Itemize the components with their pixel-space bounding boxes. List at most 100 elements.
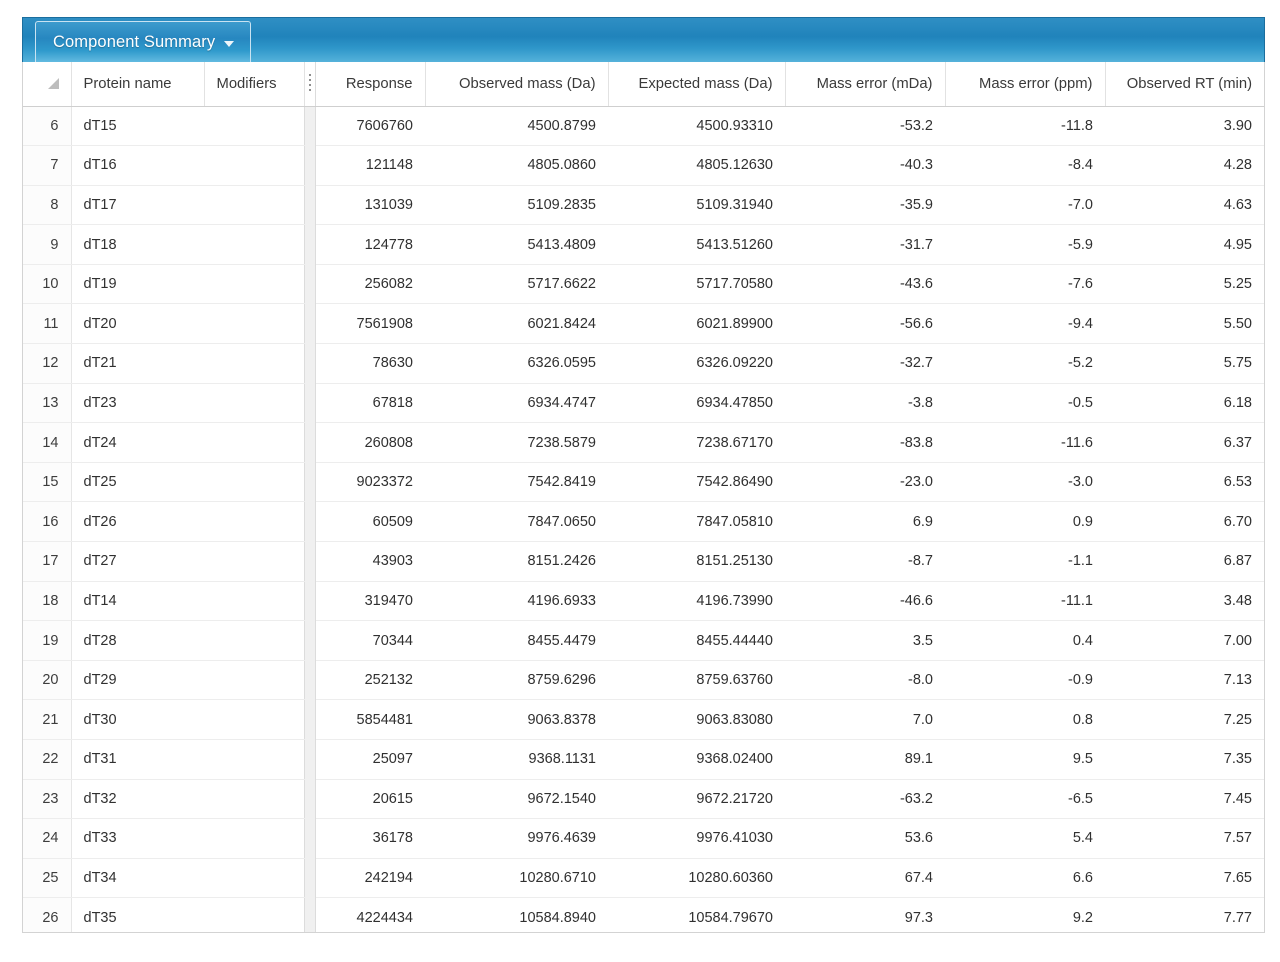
results-grid[interactable]: Protein name Modifiers Response Observed… [22,62,1265,933]
cell-observed-mass: 5717.6622 [425,264,608,305]
cell-response: 36178 [315,818,425,859]
cell-mass-error-mda: -46.6 [785,581,945,622]
table-row[interactable]: 7 dT16 121148 4805.0860 4805.12630 -40.3 -8.4 4… [23,145,1264,186]
cell-response: 319470 [315,581,425,622]
cell-observed-mass: 6934.4747 [425,383,608,424]
cell-expected-mass: 7542.86490 [608,462,785,503]
cell-protein-name: dT16 [71,145,204,186]
column-header-expected-mass[interactable]: Expected mass (Da) [608,62,786,107]
cell-expected-mass: 5717.70580 [608,264,785,305]
cell-response: 67818 [315,383,425,424]
column-header-mass-error-mda[interactable]: Mass error (mDa) [785,62,946,107]
cell-modifiers [204,343,304,384]
column-header-protein-name[interactable]: Protein name [71,62,205,107]
cell-modifiers [204,185,304,226]
cell-response: 252132 [315,660,425,701]
cell-response: 260808 [315,422,425,463]
cell-observed-rt: 6.87 [1105,541,1264,582]
cell-mass-error-mda: 89.1 [785,739,945,780]
cell-response: 242194 [315,858,425,899]
table-row[interactable]: 9 dT18 124778 5413.4809 5413.51260 -31.7 -5.9 4… [23,224,1264,265]
column-header-mass-error-ppm[interactable]: Mass error (ppm) [945,62,1106,107]
column-header-modifiers[interactable]: Modifiers [204,62,305,107]
cell-observed-rt: 7.00 [1105,620,1264,661]
table-row[interactable]: 6 dT15 7606760 4500.8799 4500.93310 -53.2 -11.… [23,106,1264,147]
cell-observed-mass: 9672.1540 [425,779,608,820]
cell-expected-mass: 9063.83080 [608,699,785,740]
cell-observed-rt: 7.45 [1105,779,1264,820]
cell-mass-error-mda: -40.3 [785,145,945,186]
cell-expected-mass: 6326.09220 [608,343,785,384]
table-row[interactable]: 24 dT33 36178 9976.4639 9976.41030 53.6 5.4 7.5… [23,818,1264,859]
cell-response: 4224434 [315,897,425,932]
column-header-observed-mass[interactable]: Observed mass (Da) [425,62,609,107]
cell-protein-name: dT35 [71,897,204,932]
cell-mass-error-ppm: 9.5 [945,739,1105,780]
cell-expected-mass: 4196.73990 [608,581,785,622]
select-all-corner[interactable] [23,62,72,107]
frozen-pane-splitter-cell [303,699,316,740]
tab-component-summary[interactable]: Component Summary [35,21,252,63]
table-row[interactable]: 26 dT35 4224434 10584.8940 10584.79670 97.3 9.… [23,897,1264,932]
table-row[interactable]: 21 dT30 5854481 9063.8378 9063.83080 7.0 0.8 7.… [23,699,1264,740]
cell-protein-name: dT34 [71,858,204,899]
cell-modifiers [204,620,304,661]
table-row[interactable]: 10 dT19 256082 5717.6622 5717.70580 -43.6 -7.6… [23,264,1264,305]
cell-mass-error-ppm: 0.4 [945,620,1105,661]
cell-observed-mass: 7542.8419 [425,462,608,503]
cell-modifiers [204,145,304,186]
cell-expected-mass: 9368.02400 [608,739,785,780]
cell-modifiers [204,462,304,503]
cell-modifiers [204,818,304,859]
table-row[interactable]: 11 dT20 7561908 6021.8424 6021.89900 -56.6 -9.… [23,303,1264,345]
component-summary-table: Protein name Modifiers Response Observed… [23,62,1264,932]
column-header-response[interactable]: Response [315,62,426,107]
table-row[interactable]: 20 dT29 252132 8759.6296 8759.63760 -8.0 -0.9 7… [23,660,1264,701]
cell-modifiers [204,422,304,463]
table-row[interactable]: 16 dT26 60509 7847.0650 7847.05810 6.9 0.9 6.70 [23,501,1264,543]
cell-mass-error-mda: -31.7 [785,224,945,265]
cell-modifiers [204,660,304,701]
chevron-down-icon[interactable] [224,41,235,47]
table-row[interactable]: 17 dT27 43903 8151.2426 8151.25130 -8.7 -1.1 6.… [23,541,1264,582]
table-body: 6 dT15 7606760 4500.8799 4500.93310 -53.2 -11.… [23,106,1264,932]
cell-protein-name: dT32 [71,779,204,820]
frozen-pane-splitter-cell [303,145,316,186]
table-row[interactable]: 23 dT32 20615 9672.1540 9672.21720 -63.2 -6.5 7… [23,779,1264,820]
frozen-pane-splitter-cell [303,422,316,463]
cell-protein-name: dT23 [71,383,204,424]
cell-observed-rt: 7.13 [1105,660,1264,701]
frozen-pane-splitter-cell [303,106,316,146]
cell-response: 25097 [315,739,425,780]
cell-mass-error-mda: 97.3 [785,897,945,932]
table-row[interactable]: 25 dT34 242194 10280.6710 10280.60360 67.4 6.6… [23,858,1264,899]
cell-protein-name: dT26 [71,501,204,543]
cell-mass-error-ppm: -5.2 [945,343,1105,384]
table-row[interactable]: 8 dT17 131039 5109.2835 5109.31940 -35.9 -7.0 4… [23,185,1264,226]
cell-observed-mass: 7238.5879 [425,422,608,463]
cell-mass-error-ppm: -9.4 [945,303,1105,345]
frozen-pane-splitter-cell [303,620,316,661]
cell-mass-error-mda: -32.7 [785,343,945,384]
table-row[interactable]: 12 dT21 78630 6326.0595 6326.09220 -32.7 -5.2 5… [23,343,1264,384]
cell-row-number: 12 [23,343,72,384]
table-row[interactable]: 14 dT24 260808 7238.5879 7238.67170 -83.8 -11.… [23,422,1264,463]
table-row[interactable]: 19 dT28 70344 8455.4479 8455.44440 3.5 0.4 7.00 [23,620,1264,661]
cell-expected-mass: 8151.25130 [608,541,785,582]
cell-modifiers [204,779,304,820]
cell-observed-mass: 9976.4639 [425,818,608,859]
cell-protein-name: dT24 [71,422,204,463]
table-row[interactable]: 13 dT23 67818 6934.4747 6934.47850 -3.8 -0.5 6.… [23,383,1264,424]
frozen-pane-splitter-cell [303,383,316,423]
column-header-observed-rt[interactable]: Observed RT (min) [1105,62,1264,107]
cell-mass-error-ppm: 5.4 [945,818,1105,859]
cell-observed-rt: 7.25 [1105,699,1264,740]
cell-protein-name: dT33 [71,818,204,859]
frozen-pane-splitter[interactable] [303,62,316,107]
cell-modifiers [204,897,304,932]
table-row[interactable]: 15 dT25 9023372 7542.8419 7542.86490 -23.0 -3.… [23,462,1264,503]
table-row[interactable]: 22 dT31 25097 9368.1131 9368.02400 89.1 9.5 7.3… [23,739,1264,780]
cell-row-number: 21 [23,699,72,740]
table-row[interactable]: 18 dT14 319470 4196.6933 4196.73990 -46.6 -11.… [23,581,1264,622]
cell-row-number: 22 [23,739,72,780]
